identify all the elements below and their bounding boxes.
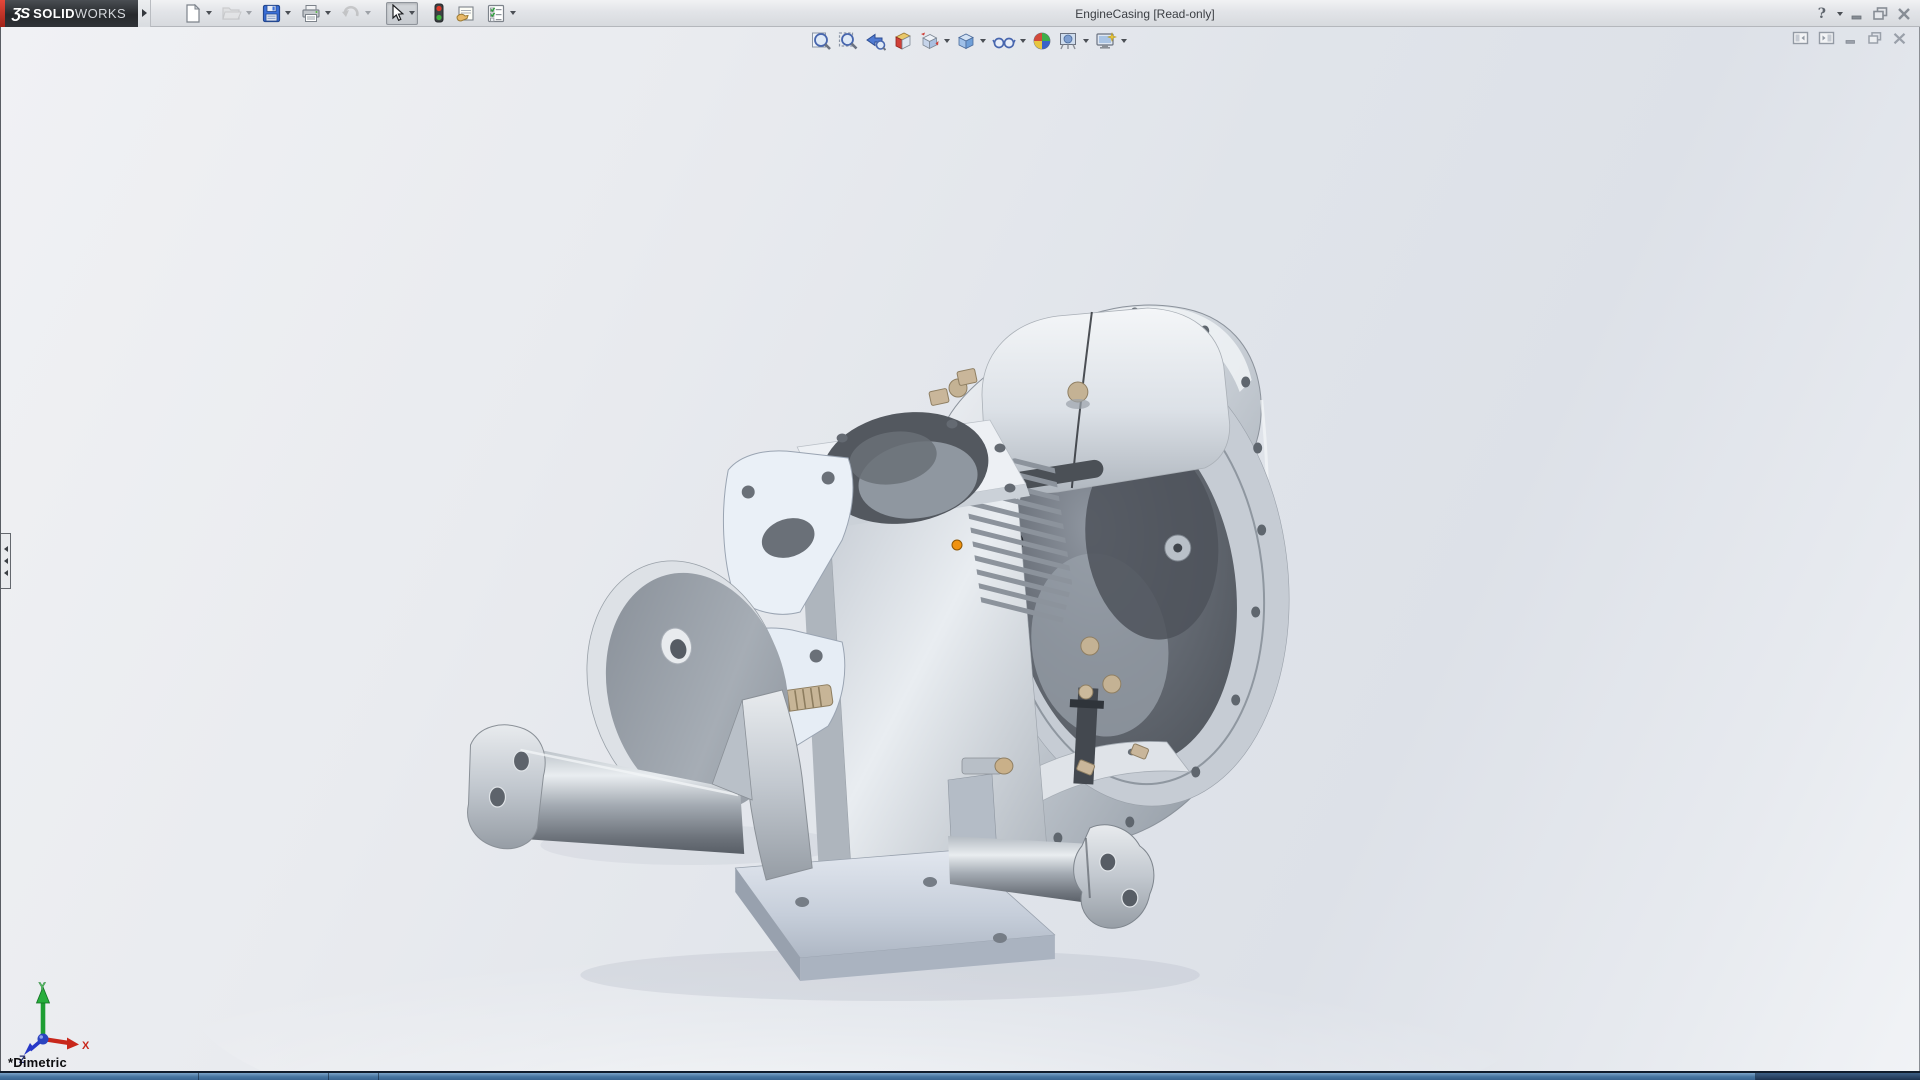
view-settings-button[interactable] <box>1093 30 1129 52</box>
open-button[interactable] <box>219 2 255 25</box>
window-controls: ? <box>1818 0 1912 27</box>
statusbar-right-segment <box>1756 1073 1920 1080</box>
save-button[interactable] <box>259 2 294 25</box>
pane-toggle-right-icon[interactable] <box>1818 31 1835 45</box>
graphics-area[interactable]: Z X Y *Dimetric <box>0 27 1920 1071</box>
pane-toggle-left-icon[interactable] <box>1792 31 1809 45</box>
section-view-icon <box>892 31 913 51</box>
statusbar-separator <box>198 1073 199 1080</box>
apply-scene-button[interactable] <box>1056 30 1091 52</box>
print-button[interactable] <box>298 2 334 25</box>
view-orientation-label: *Dimetric <box>8 1055 67 1070</box>
hide-show-items-caret[interactable] <box>1020 39 1026 43</box>
traffic-light-button[interactable] <box>430 2 448 25</box>
view-orientation-caret[interactable] <box>944 39 950 43</box>
print-icon <box>301 4 321 23</box>
hide-show-items-button[interactable] <box>990 30 1028 52</box>
zoom-to-fit-icon <box>811 31 832 51</box>
apply-scene-icon <box>1058 31 1079 51</box>
file-properties-button[interactable] <box>452 2 479 25</box>
statusbar-separator <box>328 1073 329 1080</box>
restore-button[interactable] <box>1872 6 1889 21</box>
model-render-engine-casing <box>1 27 1919 1071</box>
select-button[interactable] <box>386 2 418 25</box>
hide-show-items-icon <box>992 31 1016 51</box>
document-restore-button[interactable] <box>1867 31 1883 45</box>
select-cursor-icon <box>389 4 405 22</box>
close-button[interactable] <box>1896 7 1912 21</box>
help-button[interactable]: ? <box>1818 6 1826 22</box>
traffic-light-icon <box>433 3 445 23</box>
view-settings-caret[interactable] <box>1121 39 1127 43</box>
new-document-icon <box>184 4 202 23</box>
solidworks-logo: ƷS SOLIDWORKS <box>5 0 138 27</box>
view-orientation-icon <box>919 31 940 51</box>
options-dropdown-caret[interactable] <box>510 11 516 15</box>
zoom-to-area-button[interactable] <box>836 30 861 52</box>
options-button[interactable] <box>483 2 519 25</box>
collapse-left-icon <box>4 546 8 552</box>
orientation-triad: Z X Y <box>11 979 95 1065</box>
feature-tree-collapsed-tab[interactable] <box>1 533 11 589</box>
vertex-marker <box>952 540 962 550</box>
help-dropdown-caret[interactable] <box>1837 12 1843 16</box>
view-orientation-button[interactable] <box>917 30 952 52</box>
headsup-toolbar <box>809 29 1131 53</box>
document-minimize-button[interactable] <box>1844 32 1858 45</box>
collapse-left-icon <box>4 558 8 564</box>
previous-view-icon <box>865 31 886 51</box>
collapse-left-icon <box>4 570 8 576</box>
title-bar: ƷS SOLIDWORKS <box>0 0 1920 27</box>
display-style-caret[interactable] <box>980 39 986 43</box>
new-document-button[interactable] <box>181 2 215 25</box>
window-title: EngineCasing [Read-only] <box>1000 0 1290 27</box>
print-dropdown-caret[interactable] <box>325 11 331 15</box>
statusbar-separator <box>378 1073 379 1080</box>
edit-appearance-icon <box>1032 31 1052 51</box>
triad-x-label: X <box>82 1040 90 1052</box>
undo-icon <box>341 4 361 22</box>
display-style-button[interactable] <box>954 30 988 52</box>
new-dropdown-caret[interactable] <box>206 11 212 15</box>
solidworks-logo-glyph: ƷS <box>12 5 29 22</box>
previous-view-button[interactable] <box>863 30 888 52</box>
options-icon <box>486 4 506 23</box>
statusbar-separator <box>1755 1073 1756 1080</box>
document-window-controls <box>1792 31 1907 45</box>
brand-bold: SOLID <box>33 6 75 21</box>
save-icon <box>262 4 281 23</box>
expand-right-icon <box>142 9 147 17</box>
display-style-icon <box>956 31 976 51</box>
triad-y-label: Y <box>39 981 47 993</box>
edit-appearance-button[interactable] <box>1030 30 1054 52</box>
view-settings-icon <box>1095 31 1117 51</box>
file-properties-icon <box>455 4 476 23</box>
section-view-button[interactable] <box>890 30 915 52</box>
zoom-to-fit-button[interactable] <box>809 30 834 52</box>
open-dropdown-caret[interactable] <box>246 11 252 15</box>
zoom-to-area-icon <box>838 31 859 51</box>
document-close-button[interactable] <box>1892 32 1907 45</box>
open-folder-icon <box>222 4 242 22</box>
taskbar-sliver[interactable] <box>0 1071 1920 1080</box>
minimize-button[interactable] <box>1850 7 1865 21</box>
undo-dropdown-caret[interactable] <box>365 11 371 15</box>
select-dropdown-caret[interactable] <box>409 11 415 15</box>
brand-light: WORKS <box>75 6 126 21</box>
menu-expand-arrow[interactable] <box>138 0 151 27</box>
apply-scene-caret[interactable] <box>1083 39 1089 43</box>
save-dropdown-caret[interactable] <box>285 11 291 15</box>
main-toolbar <box>181 0 523 27</box>
undo-button[interactable] <box>338 2 374 25</box>
